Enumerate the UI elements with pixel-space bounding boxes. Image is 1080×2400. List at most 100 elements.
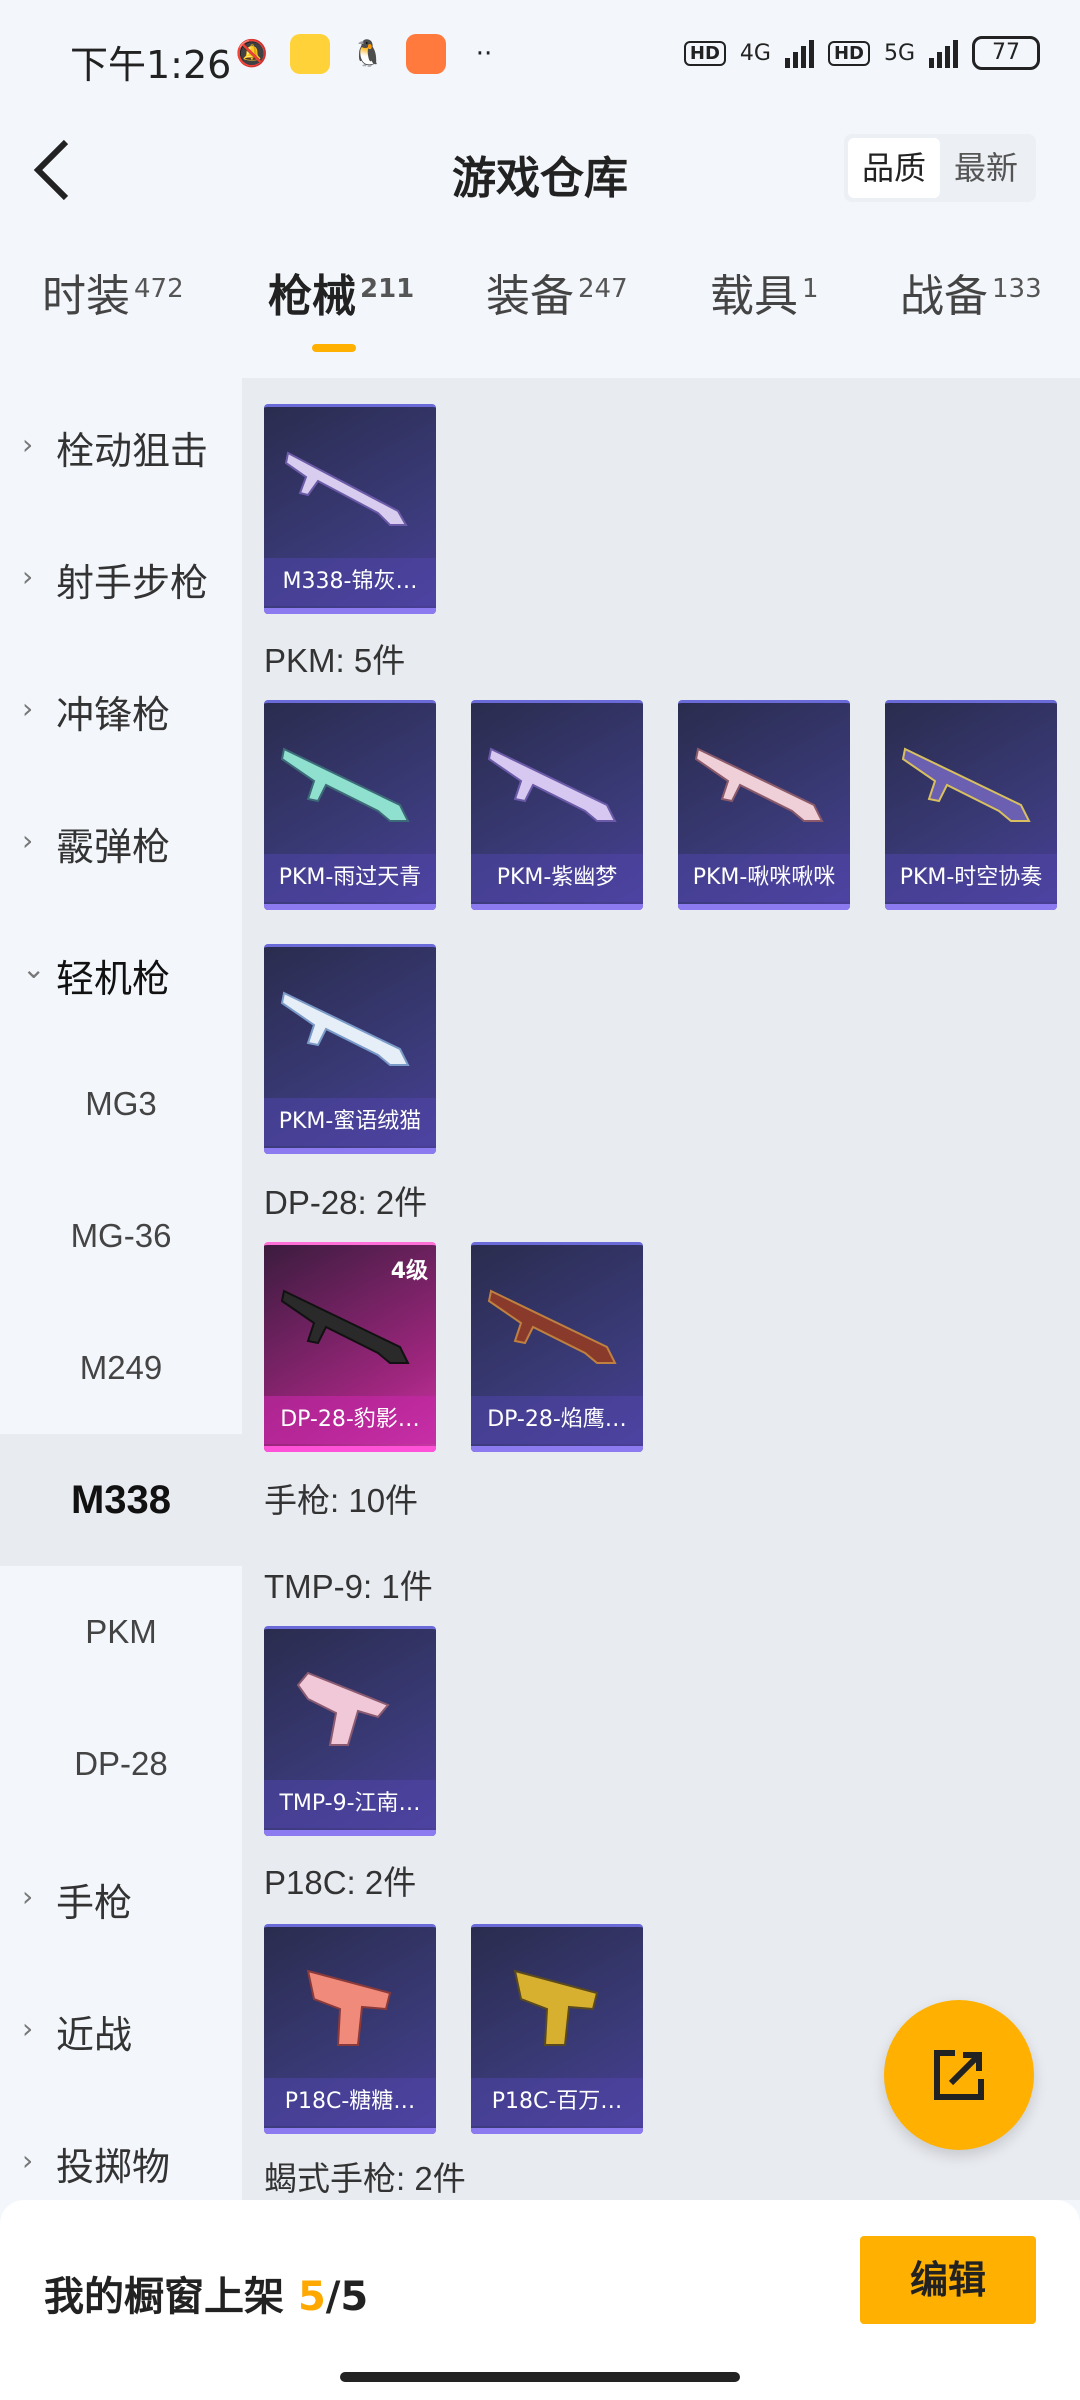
smg-pistol-icon [296,1671,390,1746]
lmg-icon [487,1289,617,1364]
sidebar-subitem-m249[interactable]: M249 [0,1302,242,1434]
weapon-card[interactable]: DP-28-焰鹰… [471,1242,643,1452]
section-header-pistol: 手枪: 10件 [264,1482,419,1519]
weapon-card-name: DP-28-焰鹰… [471,1396,643,1444]
category-tabs: 时装 472 枪械 211 装备 247 载具 1 战备 133 [0,260,1080,360]
chevron-right-icon: › [22,560,34,593]
sidebar-item-label: 手枪 [56,1881,133,1925]
edit-button[interactable]: 编辑 [860,2236,1036,2324]
section-header-scorpion: 蝎式手枪: 2件 [264,2160,466,2197]
tab-equipment[interactable]: 装备 247 [486,260,628,324]
active-tab-indicator [312,344,356,352]
tab-fashion-label: 时装 [42,271,130,322]
tab-gear[interactable]: 战备 133 [900,260,1042,324]
system-status: HD 4G HD 5G 77 [683,36,1040,70]
rarity-bar [471,2128,643,2134]
network-label-5g: 5G [883,40,915,66]
signal-icon-2 [929,38,958,68]
weapon-card-name: P18C-糖糖… [264,2078,436,2126]
share-external-icon [934,2050,984,2100]
more-dots-icon: ·· [475,39,493,69]
tab-guns-label: 枪械 [268,271,356,322]
weapon-sidebar: › 栓动狙击 › 射手步枪 › 冲锋枪 › 霰弹枪 ⌄ 轻机枪 MG3 MG-3… [0,378,242,2200]
status-bar: 下午1:26 🔕 🐧 ·· HD 4G HD 5G 77 [0,0,1080,120]
tab-gear-count: 133 [992,274,1042,304]
sidebar-subitem-m338[interactable]: M338 [0,1434,242,1566]
section-header-p18c: P18C: 2件 [264,1864,417,1901]
sort-newest-button[interactable]: 最新 [940,138,1032,198]
rarity-bar [471,904,643,910]
rarity-bar [264,1830,436,1836]
sidebar-item-pistol[interactable]: › 手枪 [0,1830,242,1962]
battery-icon: 77 [972,36,1040,70]
sidebar-subitem-pkm[interactable]: PKM [0,1566,242,1698]
rarity-bar [264,1148,436,1154]
hd-icon-2: HD [827,40,870,66]
weapon-card[interactable]: TMP-9-江南… [264,1626,436,1836]
bottom-bar: 我的橱窗上架 5/5 编辑 [0,2200,1080,2400]
network-label-4g: 4G [739,40,771,66]
sidebar-item-label: 冲锋枪 [56,693,171,737]
pistol-icon [306,1969,392,2046]
rarity-bar [264,608,436,614]
sidebar-item-lmg[interactable]: ⌄ 轻机枪 [0,906,242,1038]
sidebar-item-label: 投掷物 [56,2145,171,2189]
sidebar-item-label: 近战 [56,2013,133,2057]
tab-vehicle[interactable]: 载具 1 [710,260,819,324]
chevron-right-icon: › [22,2144,34,2177]
share-fab-button[interactable] [884,2000,1034,2150]
tab-gear-label: 战备 [900,271,988,322]
tab-fashion-count: 472 [134,274,184,304]
weapon-card[interactable]: PKM-时空协奏 [885,700,1057,910]
lmg-icon [901,747,1031,822]
sort-toggle: 品质 最新 [843,134,1036,202]
sidebar-subitem-dp28[interactable]: DP-28 [0,1698,242,1830]
rarity-bar [678,904,850,910]
header: 游戏仓库 品质 最新 [0,120,1080,220]
shelf-label: 我的橱窗上架 [44,2274,298,2320]
weapon-card[interactable]: PKM-紫幽梦 [471,700,643,910]
weapon-card[interactable]: PKM-啾咪啾咪 [678,700,850,910]
sidebar-item-marksman[interactable]: › 射手步枪 [0,510,242,642]
status-time: 下午1:26 [70,43,232,87]
weapon-card-name: PKM-雨过天青 [264,854,436,902]
chevron-right-icon: › [22,824,34,857]
weapon-card-name: P18C-百万… [471,2078,643,2126]
weapon-card[interactable]: M338-锦灰… [264,404,436,614]
tab-fashion[interactable]: 时装 472 [42,260,184,324]
weapon-card-name: PKM-蜜语绒猫 [264,1098,436,1146]
hd-icon: HD [683,40,726,66]
tab-guns-count: 211 [360,274,415,304]
sidebar-item-shotgun[interactable]: › 霰弹枪 [0,774,242,906]
store-notification-icon [406,34,446,74]
weapon-card[interactable]: P18C-糖糖… [264,1924,436,2134]
sidebar-subitem-mg36[interactable]: MG-36 [0,1170,242,1302]
tab-vehicle-label: 载具 [710,271,798,322]
chevron-right-icon: › [22,428,34,461]
weapon-card-name: TMP-9-江南… [264,1780,436,1828]
sort-quality-button[interactable]: 品质 [847,138,940,198]
shelf-status: 我的橱窗上架 5/5 [44,2264,368,2322]
section-header-pkm: PKM: 5件 [264,642,406,679]
sidebar-item-bolt-sniper[interactable]: › 栓动狙击 [0,378,242,510]
tab-guns[interactable]: 枪械 211 [268,260,415,352]
sidebar-subitem-mg3[interactable]: MG3 [0,1038,242,1170]
sidebar-item-label: 射手步枪 [56,561,209,605]
weapon-card[interactable]: 4级 DP-28-豹影… [264,1242,436,1452]
weapon-card[interactable]: PKM-雨过天青 [264,700,436,910]
sidebar-item-smg[interactable]: › 冲锋枪 [0,642,242,774]
chevron-right-icon: › [22,692,34,725]
weapon-card[interactable]: PKM-蜜语绒猫 [264,944,436,1154]
weapon-grid: M338-锦灰… PKM: 5件 PKM-雨过天青 PKM-紫幽梦 PKM-啾咪… [242,378,1080,2200]
tab-equipment-count: 247 [578,274,628,304]
tab-vehicle-count: 1 [802,274,819,304]
sidebar-item-melee[interactable]: › 近战 [0,1962,242,2094]
weapon-card-name: DP-28-豹影… [264,1396,436,1444]
app-notification-icon [290,34,330,74]
section-header-dp28: DP-28: 2件 [264,1184,428,1221]
home-indicator[interactable] [340,2372,740,2382]
weapon-card[interactable]: P18C-百万… [471,1924,643,2134]
sidebar-item-label: 霰弹枪 [56,825,171,869]
notification-icons: 🔕 🐧 ·· [232,34,504,74]
mute-bell-icon: 🔕 [235,39,269,69]
